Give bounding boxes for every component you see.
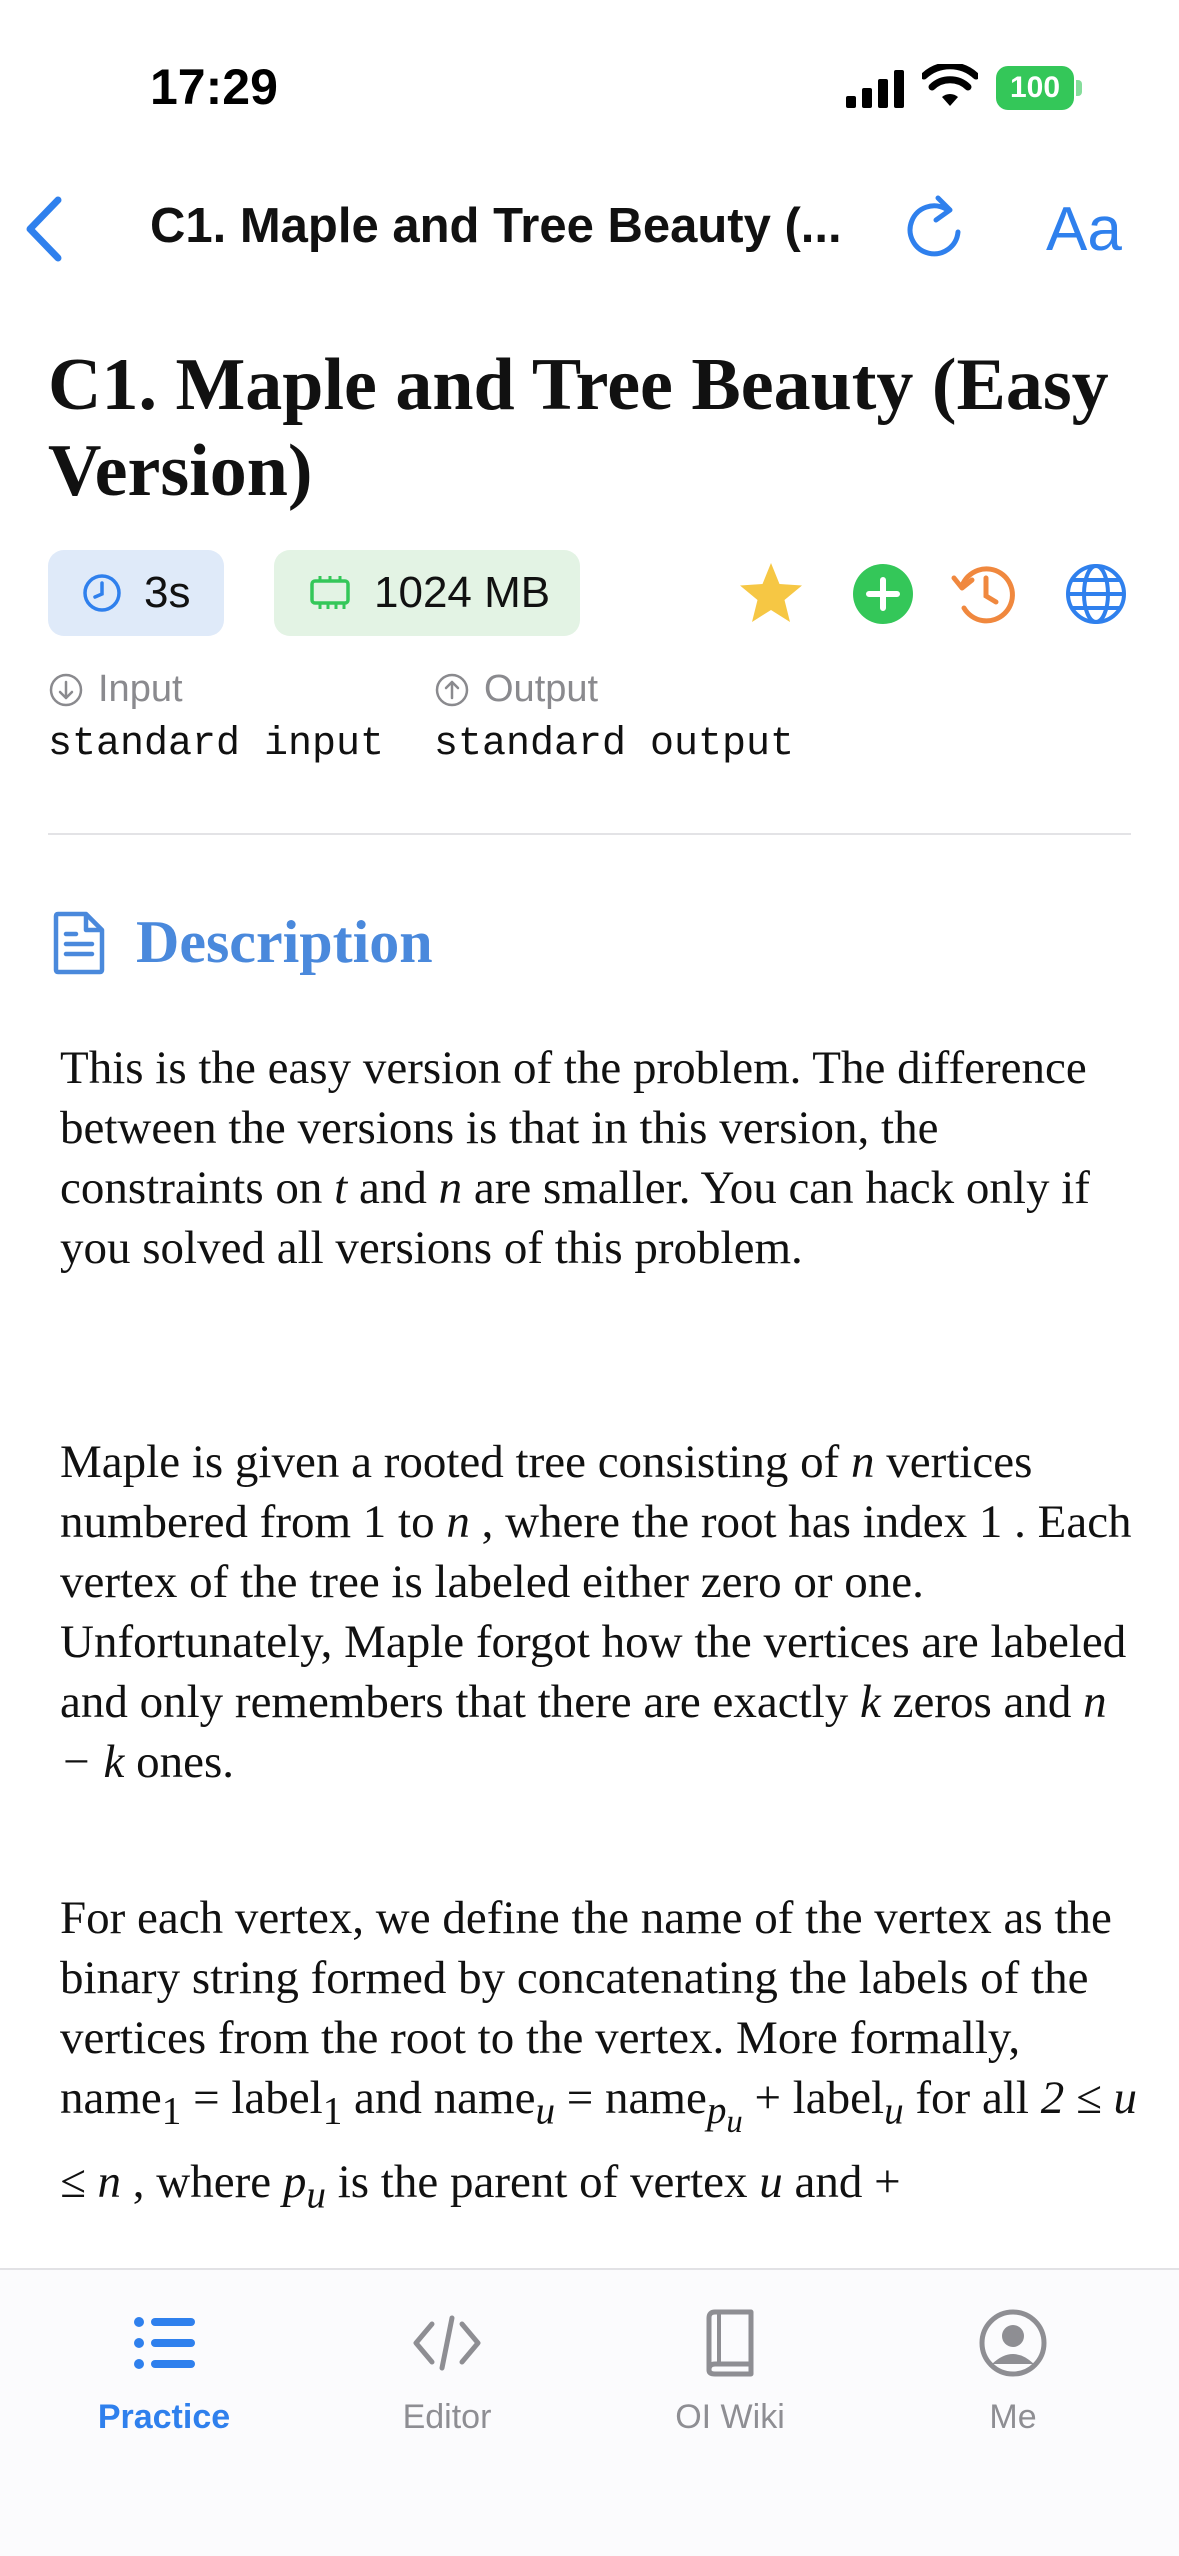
arrow-down-circle-icon xyxy=(49,673,83,706)
arrow-up-circle-icon xyxy=(435,673,469,706)
time-limit-value: 3s xyxy=(144,568,191,617)
input-value: standard input xyxy=(48,722,385,767)
description-header: Description xyxy=(52,908,433,977)
clock-icon xyxy=(83,574,121,612)
navigation-bar: C1. Maple and Tree Beauty (... Aa xyxy=(0,170,1179,290)
add-circle-icon[interactable] xyxy=(849,560,917,628)
divider xyxy=(48,833,1131,835)
description-title: Description xyxy=(136,909,433,975)
math-one: 1 xyxy=(978,1496,1003,1548)
output-value: standard output xyxy=(434,722,795,767)
output-label: Output xyxy=(434,668,598,711)
back-chevron-icon[interactable] xyxy=(20,192,70,266)
tab-label: OI Wiki xyxy=(675,2398,785,2436)
math-n: n xyxy=(850,1436,875,1488)
document-icon xyxy=(53,911,105,974)
tab-label: Practice xyxy=(97,2398,231,2436)
status-time: 17:29 xyxy=(150,59,278,115)
math-n: n xyxy=(446,1496,470,1548)
code-icon xyxy=(413,2315,481,2371)
math-p-u: pu xyxy=(282,2156,326,2217)
wifi-icon xyxy=(922,64,978,106)
math-n: n xyxy=(438,1162,463,1214)
description-paragraph-3: For each vertex, we define the name of t… xyxy=(60,1892,1137,2217)
memory-limit-chip: 1024 MB xyxy=(274,550,580,636)
battery-level: 100 xyxy=(996,66,1074,110)
battery-tip xyxy=(1076,80,1082,96)
input-label-text: Input xyxy=(98,668,183,710)
math-plus: + xyxy=(874,2156,901,2209)
input-label: Input xyxy=(48,668,183,711)
battery-indicator: 100 xyxy=(996,66,1082,110)
nav-title: C1. Maple and Tree Beauty (... xyxy=(150,199,842,253)
tab-editor[interactable]: Editor xyxy=(347,2270,547,2460)
refresh-icon[interactable] xyxy=(900,192,970,266)
tab-me[interactable]: Me xyxy=(913,2270,1113,2460)
description-paragraph-1: This is the easy version of the problem.… xyxy=(60,1042,1090,1274)
tab-label: Me xyxy=(989,2398,1037,2436)
history-icon[interactable] xyxy=(950,560,1018,628)
tab-label: Editor xyxy=(402,2398,492,2436)
output-label-text: Output xyxy=(484,668,599,710)
math-name-1: name1 = label1 xyxy=(60,2072,343,2133)
memory-chip-icon xyxy=(310,576,350,609)
problem-content[interactable]: C1. Maple and Tree Beauty (Easy Version)… xyxy=(0,290,1179,2268)
status-bar: 17:29 100 xyxy=(0,0,1179,170)
description-paragraph-2: Maple is given a rooted tree consisting … xyxy=(60,1436,1132,1788)
time-limit-chip: 3s xyxy=(48,550,224,636)
math-t: t xyxy=(334,1162,348,1214)
math-k: k xyxy=(859,1676,881,1728)
tab-oi-wiki[interactable]: OI Wiki xyxy=(630,2270,830,2460)
star-icon[interactable] xyxy=(737,560,805,628)
font-size-button[interactable]: Aa xyxy=(1046,194,1122,265)
math-u: u xyxy=(759,2156,783,2209)
memory-limit-value: 1024 MB xyxy=(374,568,551,617)
cellular-signal-icon xyxy=(846,70,904,108)
tab-practice[interactable]: Practice xyxy=(64,2270,264,2460)
book-icon xyxy=(706,2309,754,2377)
math-name-u: nameu = namepu + labelu xyxy=(433,2072,904,2141)
problem-title: C1. Maple and Tree Beauty (Easy Version) xyxy=(48,344,1109,512)
list-icon xyxy=(134,2317,195,2369)
globe-icon[interactable] xyxy=(1062,560,1130,628)
person-circle-icon xyxy=(979,2309,1047,2377)
tab-bar: Practice Editor OI Wiki Me xyxy=(0,2268,1179,2556)
math-one: 1 xyxy=(362,1496,387,1548)
